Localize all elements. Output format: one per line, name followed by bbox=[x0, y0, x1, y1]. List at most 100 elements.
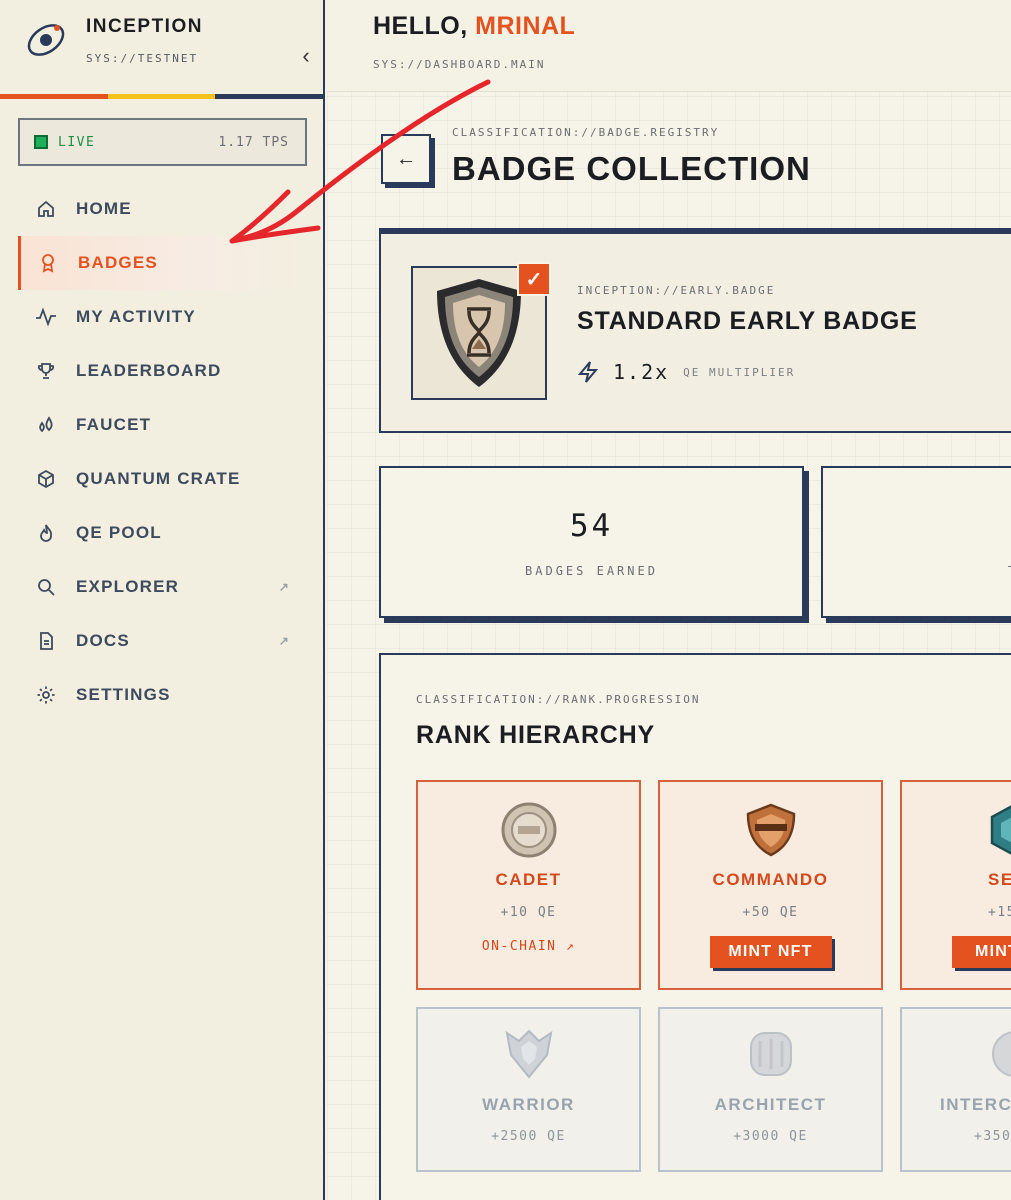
rank-tier-se: SE +150 MINT bbox=[900, 780, 1011, 990]
external-link-icon: ↗ bbox=[278, 580, 290, 594]
commando-rank-icon bbox=[746, 803, 795, 857]
owned-check-icon: ✓ bbox=[517, 262, 551, 296]
chevron-left-icon: ‹ bbox=[302, 43, 310, 68]
mint-nft-button[interactable]: MINT NFT bbox=[709, 936, 832, 968]
rank-tier-architect: ARCHITECT +3000 QE bbox=[658, 1007, 883, 1172]
collapse-sidebar-button[interactable]: ‹ bbox=[296, 42, 316, 70]
tier-reward: +150 bbox=[988, 905, 1011, 920]
top-bar: HELLO, MRINAL SYS://DASHBOARD.MAIN bbox=[327, 0, 1011, 92]
page-title: BADGE COLLECTION bbox=[452, 150, 811, 187]
multiplier-label: QE MULTIPLIER bbox=[683, 365, 796, 379]
tier-name: WARRIOR bbox=[482, 1095, 575, 1114]
tier-name: CADET bbox=[495, 870, 562, 889]
tier-name: INTERC bbox=[940, 1095, 1011, 1114]
rank-classification: CLASSIFICATION://RANK.PROGRESSION bbox=[416, 693, 701, 706]
stat-value: 1 bbox=[823, 508, 1011, 544]
external-link-icon: ↗ bbox=[278, 634, 290, 648]
search-icon bbox=[34, 575, 58, 599]
brand[interactable]: INCEPTION SYS://TESTNET ‹ bbox=[24, 14, 310, 74]
network-label: SYS://TESTNET bbox=[86, 52, 199, 65]
sidebar-item-quantum-crate[interactable]: QUANTUM CRATE bbox=[18, 452, 308, 506]
tier-name: SE bbox=[988, 870, 1011, 889]
brand-tricolor-bar bbox=[0, 94, 324, 99]
arrow-left-icon: ← bbox=[396, 147, 416, 170]
droplets-icon bbox=[34, 413, 58, 437]
sidebar-item-label: SETTINGS bbox=[76, 685, 171, 704]
sidebar: INCEPTION SYS://TESTNET ‹ LIVE 1.17 TPS … bbox=[0, 0, 325, 1200]
on-chain-link[interactable]: ON-CHAIN ↗ bbox=[418, 939, 639, 954]
tier-reward: +2500 QE bbox=[491, 1129, 566, 1144]
tier-name: COMMANDO bbox=[712, 870, 829, 889]
mint-nft-button[interactable]: MINT bbox=[952, 936, 1011, 968]
tier-reward: +50 QE bbox=[742, 905, 799, 920]
greeting: HELLO, MRINAL bbox=[373, 12, 575, 41]
se-rank-icon bbox=[990, 805, 1011, 855]
lightning-icon bbox=[577, 361, 599, 383]
trophy-icon bbox=[34, 359, 58, 383]
early-badge-title: STANDARD EARLY BADGE bbox=[577, 307, 918, 335]
network-status: LIVE 1.17 TPS bbox=[18, 118, 307, 166]
sidebar-item-label: FAUCET bbox=[76, 415, 152, 434]
brand-name: INCEPTION bbox=[86, 16, 203, 37]
sidebar-item-label: BADGES bbox=[78, 253, 158, 272]
sidebar-item-qe-pool[interactable]: QE POOL bbox=[18, 506, 308, 560]
cadet-rank-icon bbox=[501, 802, 556, 858]
live-indicator-icon bbox=[34, 135, 48, 149]
sidebar-item-my-activity[interactable]: MY ACTIVITY bbox=[18, 290, 308, 344]
rank-tier-warrior: WARRIOR +2500 QE bbox=[416, 1007, 641, 1172]
multiplier-value: 1.2x bbox=[613, 360, 670, 384]
early-badge-card: ✓ INCEPTION://EARLY.BADGE STANDARD EARLY… bbox=[379, 228, 1011, 433]
live-label: LIVE bbox=[58, 134, 96, 150]
sidebar-item-label: QUANTUM CRATE bbox=[76, 469, 241, 488]
stat-card-badges-earned: 54 BADGES EARNED bbox=[379, 466, 804, 618]
gear-icon bbox=[34, 683, 58, 707]
flame-icon bbox=[34, 521, 58, 545]
on-chain-label: ON-CHAIN bbox=[481, 939, 557, 954]
box-icon bbox=[34, 467, 58, 491]
sidebar-item-home[interactable]: HOME bbox=[18, 182, 308, 236]
rank-hierarchy-card: CLASSIFICATION://RANK.PROGRESSION RANK H… bbox=[379, 653, 1011, 1200]
tier-name: ARCHITECT bbox=[714, 1095, 827, 1114]
hourglass-shield-icon bbox=[437, 279, 521, 387]
sidebar-item-label: EXPLORER bbox=[76, 577, 180, 596]
sidebar-item-label: LEADERBOARD bbox=[76, 361, 222, 380]
sidebar-item-settings[interactable]: SETTINGS bbox=[18, 668, 308, 722]
system-path: SYS://DASHBOARD.MAIN bbox=[373, 58, 546, 71]
rank-title: RANK HIERARCHY bbox=[416, 721, 655, 749]
sidebar-item-leaderboard[interactable]: LEADERBOARD bbox=[18, 344, 308, 398]
page-classification: CLASSIFICATION://BADGE.REGISTRY bbox=[452, 126, 720, 139]
tier-reward: +3000 QE bbox=[733, 1129, 808, 1144]
interc-rank-icon bbox=[992, 1031, 1011, 1077]
warrior-rank-icon bbox=[505, 1029, 552, 1079]
stat-label: TOTAL bbox=[823, 564, 1011, 578]
sidebar-item-badges[interactable]: BADGES bbox=[18, 236, 308, 290]
inception-logo-icon bbox=[27, 24, 65, 56]
user-name: MRINAL bbox=[475, 12, 576, 40]
sidebar-item-explorer[interactable]: EXPLORER ↗ bbox=[18, 560, 308, 614]
tps-readout: 1.17 TPS bbox=[218, 134, 289, 150]
sidebar-item-docs[interactable]: DOCS ↗ bbox=[18, 614, 308, 668]
rank-tier-cadet: CADET +10 QE ON-CHAIN ↗ bbox=[416, 780, 641, 990]
main-content: HELLO, MRINAL SYS://DASHBOARD.MAIN ← CLA… bbox=[327, 0, 1011, 1200]
rank-tier-commando: COMMANDO +50 QE MINT NFT bbox=[658, 780, 883, 990]
tier-reward: +350 bbox=[974, 1129, 1011, 1144]
architect-rank-icon bbox=[749, 1032, 792, 1076]
multiplier-row: 1.2x QE MULTIPLIER bbox=[577, 360, 795, 384]
sidebar-item-label: QE POOL bbox=[76, 523, 162, 542]
tier-reward: +10 QE bbox=[500, 905, 557, 920]
rank-tier-interc: INTERC +350 bbox=[900, 1007, 1011, 1172]
sidebar-item-label: HOME bbox=[76, 199, 132, 218]
greeting-text: HELLO, bbox=[373, 12, 468, 40]
stat-value: 54 bbox=[569, 508, 614, 544]
sidebar-item-label: DOCS bbox=[76, 631, 130, 650]
back-button[interactable]: ← bbox=[381, 134, 431, 184]
badge-icon bbox=[36, 251, 60, 275]
activity-icon bbox=[34, 305, 58, 329]
sidebar-nav: HOME BADGES MY ACTIVITY LEADERBOARD FAUC… bbox=[18, 182, 308, 722]
stat-card-total: 1 TOTAL bbox=[821, 466, 1011, 618]
external-link-icon: ↗ bbox=[565, 939, 576, 954]
home-icon bbox=[34, 197, 58, 221]
stat-label: BADGES EARNED bbox=[525, 564, 658, 578]
document-icon bbox=[34, 629, 58, 653]
sidebar-item-faucet[interactable]: FAUCET bbox=[18, 398, 308, 452]
